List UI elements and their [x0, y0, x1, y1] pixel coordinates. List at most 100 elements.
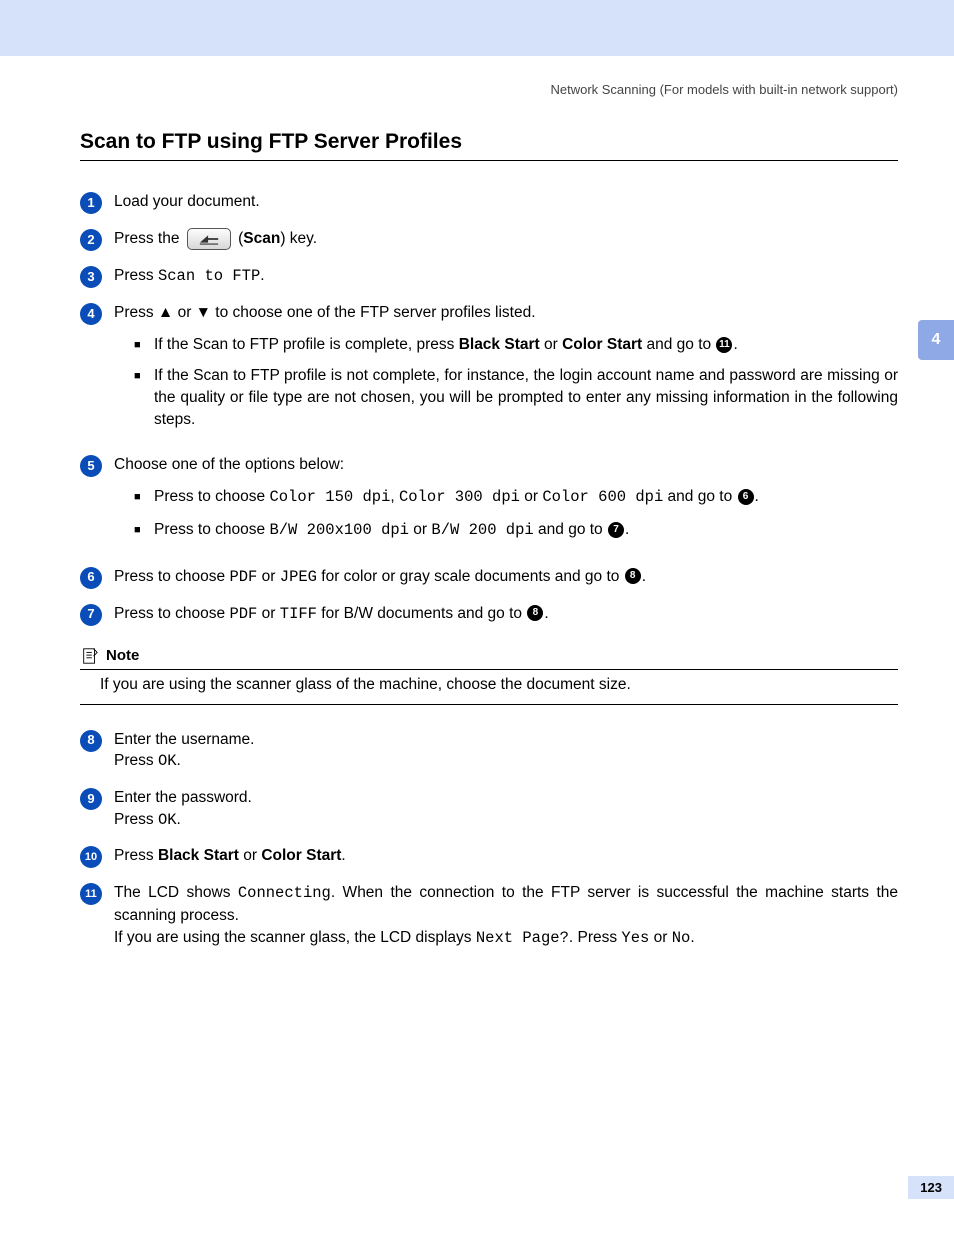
text: If the Scan to FTP profile is not comple… — [154, 365, 898, 430]
step-number-icon: 6 — [80, 567, 102, 589]
top-banner — [0, 0, 954, 56]
text-mono: OK — [158, 752, 177, 770]
text: . — [690, 929, 694, 946]
text: or — [409, 521, 431, 538]
square-bullet-icon: ■ — [134, 490, 146, 505]
text: Press ▲ or ▼ to choose one of the FTP se… — [114, 304, 536, 321]
step-text: Press to choose PDF or TIFF for B/W docu… — [114, 603, 898, 626]
text: , — [390, 488, 399, 505]
step-ref-icon: 8 — [527, 605, 543, 621]
step-ref-icon: 7 — [608, 522, 624, 538]
step-number-icon: 11 — [80, 883, 102, 905]
text: or — [239, 847, 261, 864]
step-9: 9 Enter the password. Press OK. — [80, 787, 898, 831]
text-mono: No — [672, 929, 691, 947]
scan-key-icon — [187, 228, 231, 250]
page-title: Scan to FTP using FTP Server Profiles — [80, 130, 898, 161]
step-number-icon: 9 — [80, 788, 102, 810]
text: . — [341, 847, 345, 864]
step-text: Press to choose PDF or JPEG for color or… — [114, 566, 898, 589]
text: or — [540, 336, 562, 353]
text-mono: PDF — [229, 605, 257, 623]
text: or — [520, 488, 542, 505]
text: . — [177, 752, 181, 769]
text: Press — [114, 752, 158, 769]
page-number: 123 — [908, 1176, 954, 1199]
note-title: Note — [106, 647, 139, 664]
step-text: Press Black Start or Color Start. — [114, 845, 898, 867]
text: Enter the password. — [114, 789, 252, 806]
text: Press to choose — [114, 605, 229, 622]
text: . — [260, 267, 264, 284]
text: or — [649, 929, 671, 946]
step-11: 11 The LCD shows Connecting. When the co… — [80, 882, 898, 949]
step-4: 4 Press ▲ or ▼ to choose one of the FTP … — [80, 302, 898, 440]
step-ref-icon: 6 — [738, 489, 754, 505]
bullet-item: ■ Press to choose Color 150 dpi, Color 3… — [134, 486, 898, 509]
step-number-icon: 3 — [80, 266, 102, 288]
text-bold: Black Start — [459, 336, 540, 353]
step-ref-icon: 8 — [625, 568, 641, 584]
text: ) key. — [280, 230, 317, 247]
square-bullet-icon: ■ — [134, 523, 146, 538]
text: Press to choose — [154, 488, 269, 505]
text: ( — [234, 230, 243, 247]
text: Choose one of the options below: — [114, 456, 344, 473]
page-content: Scan to FTP using FTP Server Profiles 1 … — [80, 130, 898, 963]
text-mono: OK — [158, 811, 177, 829]
step-1: 1 Load your document. — [80, 191, 898, 214]
text-mono: B/W 200 dpi — [431, 521, 533, 539]
text: . — [642, 568, 646, 585]
text: If the Scan to FTP profile is complete, … — [154, 336, 459, 353]
text: Press to choose — [114, 568, 229, 585]
text: If you are using the scanner glass, the … — [114, 929, 476, 946]
text-mono: Yes — [621, 929, 649, 947]
running-header: Network Scanning (For models with built-… — [550, 82, 898, 97]
text-mono: Next Page? — [476, 929, 569, 947]
text: or — [257, 605, 279, 622]
step-number-icon: 10 — [80, 846, 102, 868]
chapter-tab: 4 — [918, 320, 954, 360]
text: Press — [114, 847, 158, 864]
bullet-item: ■ If the Scan to FTP profile is complete… — [134, 334, 898, 356]
text: for B/W documents and go to — [317, 605, 526, 622]
text-mono: B/W 200x100 dpi — [269, 521, 409, 539]
text-bold: Color Start — [261, 847, 341, 864]
text: Press to choose — [154, 521, 269, 538]
text: . Press — [569, 929, 622, 946]
step-7: 7 Press to choose PDF or TIFF for B/W do… — [80, 603, 898, 626]
text: . — [544, 605, 548, 622]
step-text: Enter the username. Press OK. — [114, 729, 898, 773]
step-6: 6 Press to choose PDF or JPEG for color … — [80, 566, 898, 589]
step-text: Press the (Scan) key. — [114, 228, 898, 250]
step-text: Press Scan to FTP. — [114, 265, 898, 288]
step-number-icon: 2 — [80, 229, 102, 251]
bullet-item: ■ Press to choose B/W 200x100 dpi or B/W… — [134, 519, 898, 542]
text-mono: Color 150 dpi — [269, 488, 390, 506]
text: or — [257, 568, 279, 585]
note-body: If you are using the scanner glass of th… — [80, 676, 898, 705]
text-mono: Color 300 dpi — [399, 488, 520, 506]
text-mono: Scan to FTP — [158, 267, 260, 285]
text-mono: JPEG — [280, 568, 317, 586]
text: Enter the username. — [114, 731, 254, 748]
text: . — [625, 521, 629, 538]
text-mono: Color 600 dpi — [542, 488, 663, 506]
text-bold: Scan — [243, 230, 280, 247]
text: for color or gray scale documents and go… — [317, 568, 624, 585]
text: Press the — [114, 230, 184, 247]
text: Press — [114, 267, 158, 284]
step-text: Choose one of the options below: ■ Press… — [114, 454, 898, 551]
text: The LCD shows — [114, 884, 238, 901]
text: Press — [114, 811, 158, 828]
step-number-icon: 4 — [80, 303, 102, 325]
square-bullet-icon: ■ — [134, 369, 146, 384]
note-icon — [80, 646, 100, 666]
step-5: 5 Choose one of the options below: ■ Pre… — [80, 454, 898, 551]
text: and go to — [663, 488, 736, 505]
square-bullet-icon: ■ — [134, 338, 146, 353]
text-mono: PDF — [229, 568, 257, 586]
step-number-icon: 8 — [80, 730, 102, 752]
text: and go to — [534, 521, 607, 538]
note-block: Note If you are using the scanner glass … — [80, 646, 898, 705]
